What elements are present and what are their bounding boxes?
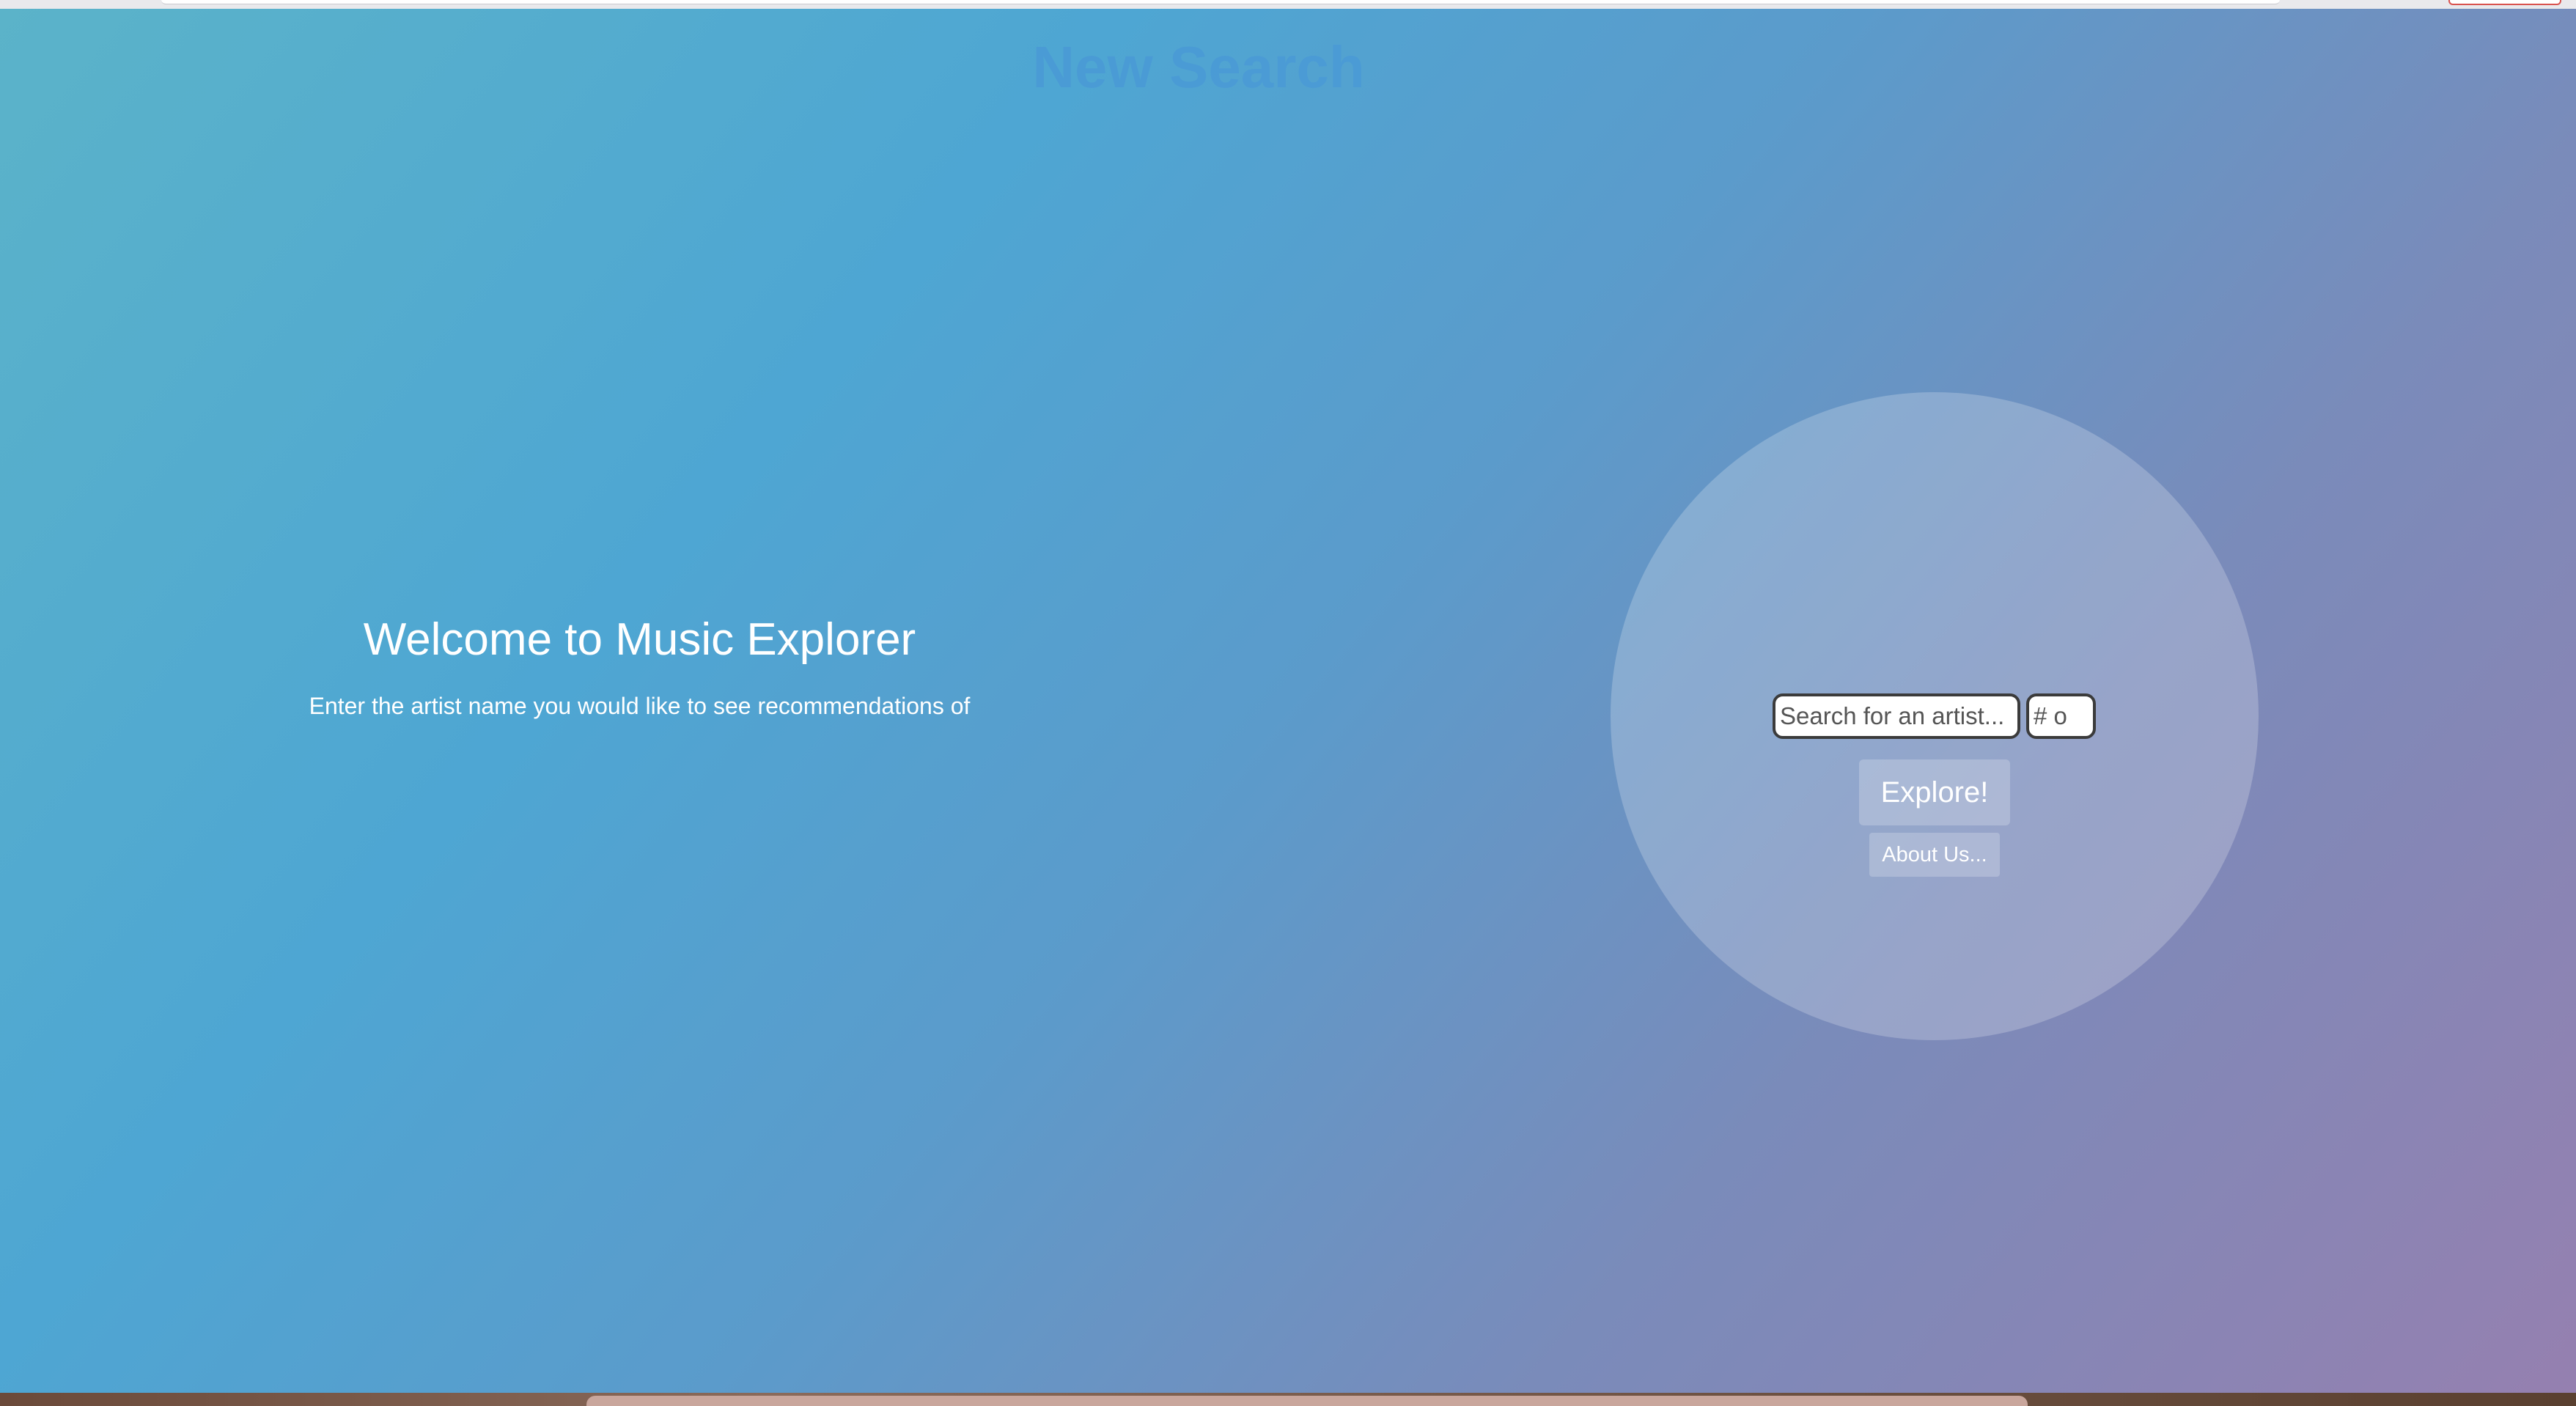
explore-button[interactable]: Explore! [1859, 759, 2010, 825]
artist-search-input[interactable] [1773, 693, 2020, 739]
address-bar-edge[interactable] [161, 0, 2280, 4]
dock-edge [586, 1396, 2028, 1406]
welcome-section: Welcome to Music Explorer Enter the arti… [301, 607, 979, 724]
welcome-heading: Welcome to Music Explorer [363, 614, 916, 665]
about-us-button[interactable]: About Us... [1869, 833, 2000, 877]
new-search-title[interactable]: New Search [0, 34, 2397, 101]
result-count-input[interactable] [2026, 693, 2096, 739]
welcome-description: Enter the artist name you would like to … [309, 693, 971, 719]
search-row [1773, 693, 2096, 739]
music-explorer-page: New Search Welcome to Music Explorer Ent… [0, 9, 2576, 1393]
browser-top-strip [0, 0, 2576, 9]
top-right-button-edge[interactable] [2448, 0, 2561, 5]
